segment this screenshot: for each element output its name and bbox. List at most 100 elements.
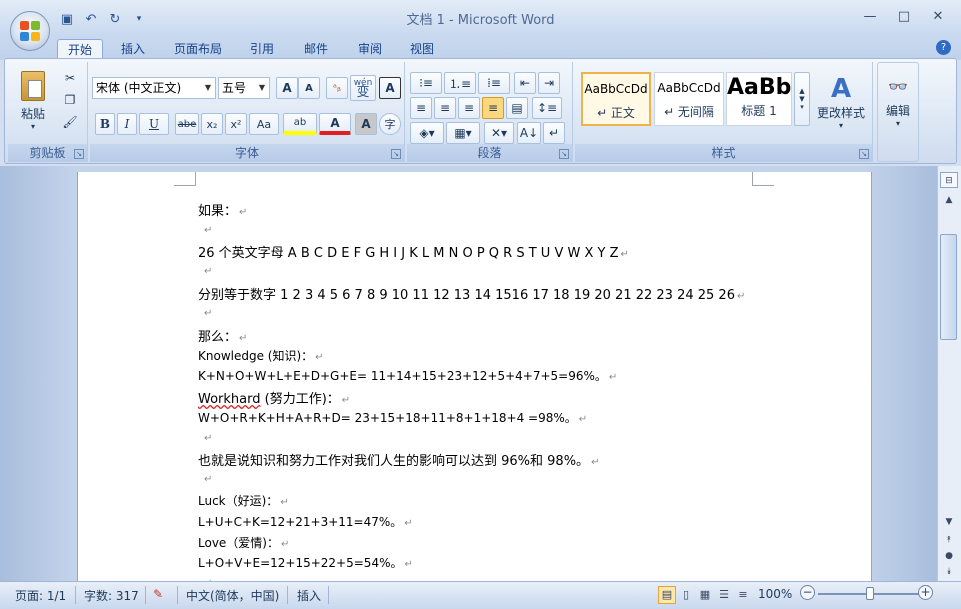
tab-references[interactable]: 引用	[242, 39, 282, 60]
maximize-button[interactable]: □	[887, 8, 921, 26]
align-center-icon[interactable]: ≡	[434, 97, 456, 119]
document-line[interactable]: ↵	[198, 222, 212, 237]
tab-review[interactable]: 审阅	[350, 39, 390, 60]
italic-button[interactable]: I	[117, 113, 137, 135]
document-line[interactable]: L+U+C+K=12+21+3+11=47%。 ↵	[198, 513, 413, 530]
cut-icon[interactable]: ✂	[60, 68, 80, 88]
decrease-indent-icon[interactable]: ⇤	[514, 72, 536, 94]
font-color-button[interactable]: A	[319, 113, 351, 135]
paste-button[interactable]: 粘贴 ▾	[14, 66, 52, 136]
scroll-down-icon[interactable]: ▼	[940, 514, 958, 530]
document-line[interactable]: ↵	[198, 471, 212, 485]
numbering-icon[interactable]: ⒈≡	[444, 72, 476, 94]
change-styles-button[interactable]: A 更改样式 ▾	[813, 66, 869, 138]
document-line[interactable]: Workhard (努力工作)： ↵	[198, 388, 350, 407]
enclose-character-button[interactable]: 字	[379, 113, 401, 135]
font-size-select[interactable]: 五号 ▼	[218, 77, 270, 99]
web-layout-icon[interactable]: ▦	[696, 586, 714, 604]
format-painter-icon[interactable]: 🖌	[60, 112, 80, 132]
distributed-icon[interactable]: ▤	[506, 97, 528, 119]
document-line[interactable]: 那么： ↵	[198, 326, 247, 345]
browse-object-icon[interactable]: ●	[940, 548, 958, 564]
clear-format-button[interactable]: ᵃᵦ	[326, 77, 348, 99]
style-heading-1[interactable]: AaBb 标题 1	[726, 72, 792, 126]
highlight-button[interactable]: ab	[283, 113, 317, 135]
minimize-button[interactable]: —	[853, 8, 887, 26]
character-shading-button[interactable]: A	[355, 113, 377, 135]
vertical-scrollbar[interactable]: ⊟ ▲ ▼ ⯭ ● ⯯	[937, 166, 961, 581]
paragraph-launcher-icon[interactable]: ↘	[559, 149, 569, 159]
subscript-button[interactable]: x₂	[201, 113, 223, 135]
zoom-out-button[interactable]: −	[800, 585, 815, 600]
document-line[interactable]: ↵	[198, 305, 212, 320]
tab-home[interactable]: 开始	[57, 39, 103, 60]
change-case-button[interactable]: Aa	[249, 113, 279, 135]
clipboard-launcher-icon[interactable]: ↘	[74, 149, 84, 159]
tab-view[interactable]: 视图	[402, 39, 442, 60]
font-launcher-icon[interactable]: ↘	[391, 149, 401, 159]
close-button[interactable]: ✕	[921, 8, 955, 26]
document-page[interactable]: 如果： ↵ ↵ 26 个英文字母 A B C D E F G H I J K L M …	[77, 172, 872, 581]
outline-view-icon[interactable]: ☰	[715, 586, 733, 604]
proofing-icon[interactable]: ✎	[153, 587, 163, 601]
document-line[interactable]: 26 个英文字母 A B C D E F G H I J K L M N O P…	[198, 242, 629, 261]
document-line[interactable]: Knowledge (知识)： ↵	[198, 347, 324, 364]
style-no-spacing[interactable]: AaBbCcDd ↵ 无间隔	[654, 72, 724, 126]
character-border-button[interactable]: A	[379, 77, 401, 99]
style-normal[interactable]: AaBbCcDd ↵ 正文	[581, 72, 651, 126]
bold-button[interactable]: B	[95, 113, 115, 135]
zoom-level[interactable]: 100%	[758, 587, 792, 601]
styles-scroll[interactable]: ▲ ▼ ▾	[794, 72, 810, 126]
editing-button[interactable]: 👓 编辑 ▾	[878, 67, 918, 137]
document-line[interactable]: Love（爱情)： ↵	[198, 534, 289, 551]
scroll-thumb[interactable]	[940, 234, 957, 340]
document-line[interactable]: ↵	[198, 430, 212, 444]
ruler-toggle-icon[interactable]: ⊟	[940, 172, 958, 188]
full-screen-reading-icon[interactable]: ▯	[677, 586, 695, 604]
align-left-icon[interactable]: ≡	[410, 97, 432, 119]
spelling-error-word[interactable]: Workhard	[198, 392, 261, 407]
tab-mailings[interactable]: 邮件	[296, 39, 336, 60]
show-marks-icon[interactable]: ↵	[543, 122, 565, 144]
borders-icon[interactable]: ▦▾	[446, 122, 480, 144]
multilevel-list-icon[interactable]: ⁞≡	[478, 72, 510, 94]
grow-font-button[interactable]: A	[276, 77, 298, 99]
document-line[interactable]: 也就是说知识和努力工作对我们人生的影响可以达到 96%和 98%。 ↵	[198, 450, 599, 469]
sort-icon[interactable]: A↓	[517, 122, 541, 144]
bullets-icon[interactable]: ⁝≡	[410, 72, 442, 94]
document-line[interactable]: L+O+V+E=12+15+22+5=54%。 ↵	[198, 554, 413, 571]
document-line[interactable]: ↵	[198, 263, 212, 278]
tab-insert[interactable]: 插入	[113, 39, 153, 60]
align-right-icon[interactable]: ≡	[458, 97, 480, 119]
strikethrough-button[interactable]: abe	[175, 113, 199, 135]
superscript-button[interactable]: x²	[225, 113, 247, 135]
shading-icon[interactable]: ◈▾	[410, 122, 444, 144]
scroll-up-icon[interactable]: ▲	[940, 192, 958, 208]
language-indicator[interactable]: 中文(简体，中国)	[186, 587, 279, 604]
zoom-in-button[interactable]: +	[918, 585, 933, 600]
justify-icon[interactable]: ≡	[482, 97, 504, 119]
copy-icon[interactable]: ❐	[60, 90, 80, 110]
phonetic-guide-button[interactable]: wén 变	[350, 75, 376, 101]
page-count[interactable]: 页面: 1/1	[15, 587, 66, 604]
draft-view-icon[interactable]: ≡	[734, 586, 752, 604]
document-line[interactable]: 分别等于数字 1 2 3 4 5 6 7 8 9 10 11 12 13 14 …	[198, 284, 745, 303]
document-line[interactable]: W+O+R+K+H+A+R+D= 23+15+18+11+8+1+18+4 =9…	[198, 409, 587, 426]
next-page-icon[interactable]: ⯯	[940, 564, 958, 580]
previous-page-icon[interactable]: ⯭	[940, 532, 958, 548]
line-spacing-icon[interactable]: ↕≡	[532, 97, 562, 119]
chinese-layout-icon[interactable]: ✕▾	[484, 122, 514, 144]
word-count[interactable]: 字数: 317	[84, 587, 139, 604]
print-layout-view-icon[interactable]: ▤	[658, 586, 676, 604]
help-icon[interactable]: ?	[936, 40, 951, 55]
increase-indent-icon[interactable]: ⇥	[538, 72, 560, 94]
insert-mode-indicator[interactable]: 插入	[297, 587, 321, 604]
document-line[interactable]: 如果： ↵	[198, 200, 247, 219]
shrink-font-button[interactable]: A	[298, 77, 320, 99]
document-line[interactable]: K+N+O+W+L+E+D+G+E= 11+14+15+23+12+5+4+7+…	[198, 367, 617, 384]
document-line[interactable]: Luck（好运)： ↵	[198, 492, 289, 509]
office-button[interactable]	[10, 11, 50, 51]
zoom-slider-thumb[interactable]	[866, 587, 874, 600]
underline-button[interactable]: U	[139, 113, 169, 135]
font-family-select[interactable]: 宋体 (中文正文) ▼	[92, 77, 216, 99]
